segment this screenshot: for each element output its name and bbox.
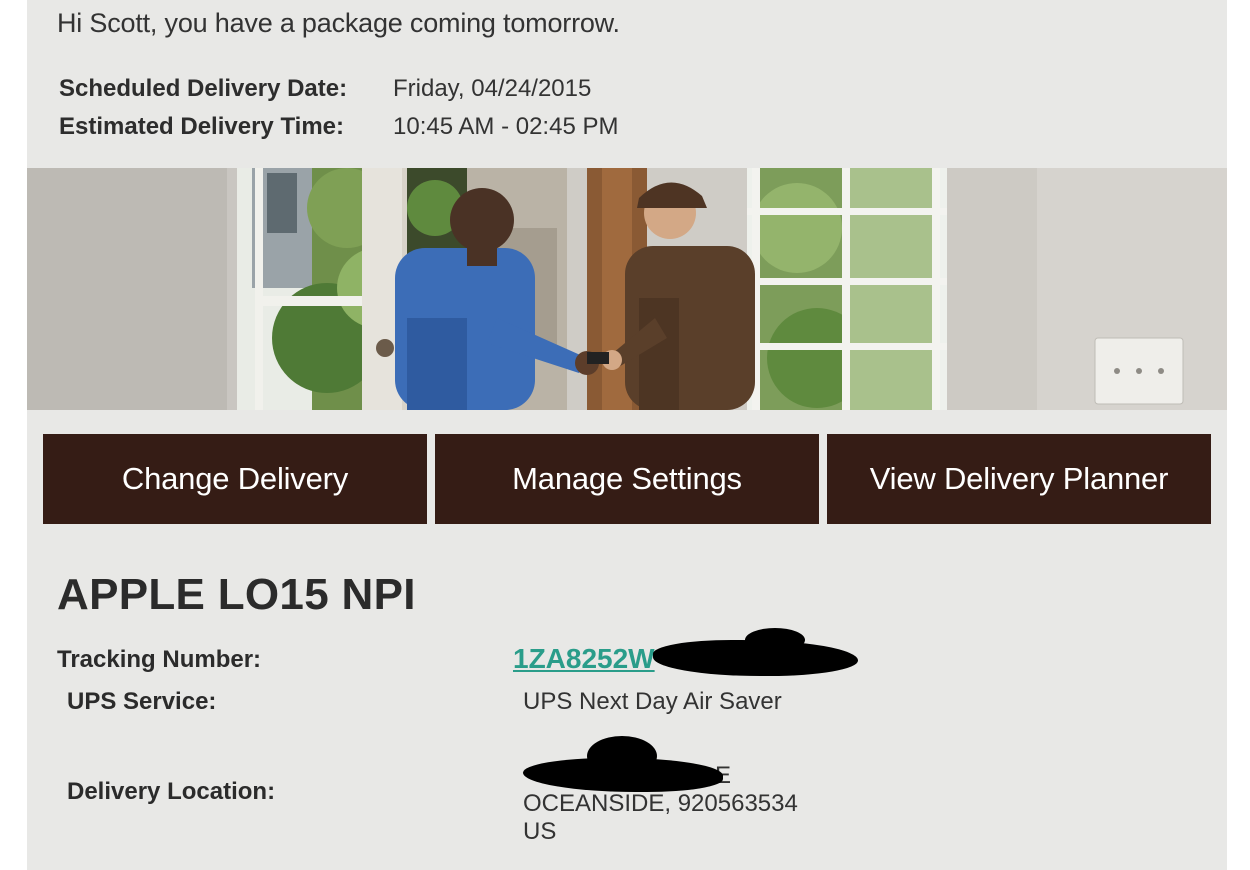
scheduled-date-value: Friday, 04/24/2015 [393, 75, 592, 102]
package-title: APPLE LO15 NPI [57, 570, 416, 619]
delivery-photo-illustration [27, 168, 1227, 410]
scheduled-date-label: Scheduled Delivery Date: [59, 75, 348, 102]
ups-service-label: UPS Service: [67, 688, 217, 715]
schedule-time-row: Estimated Delivery Time: 10:45 AM - 02:4… [59, 108, 618, 146]
view-delivery-planner-button[interactable]: View Delivery Planner [827, 434, 1211, 524]
hero-image [27, 168, 1227, 410]
estimated-time-value: 10:45 AM - 02:45 PM [393, 113, 619, 140]
address-city: OCEANSIDE, 920563534 [523, 790, 798, 817]
action-button-row: Change Delivery Manage Settings View Del… [43, 434, 1211, 524]
address-country: US [523, 818, 557, 845]
tracking-redaction-peak [745, 628, 805, 652]
delivery-location-label: Delivery Location: [67, 778, 276, 805]
manage-settings-button[interactable]: Manage Settings [435, 434, 819, 524]
tracking-number-label: Tracking Number: [57, 646, 262, 673]
ups-service-value: UPS Next Day Air Saver [523, 688, 782, 715]
delivery-notification-card: Hi Scott, you have a package coming tomo… [27, 0, 1227, 870]
estimated-time-label: Estimated Delivery Time: [59, 113, 345, 140]
address-redaction-peak [587, 736, 657, 776]
schedule-table: Scheduled Delivery Date: Friday, 04/24/2… [59, 70, 618, 146]
tracking-number-link[interactable]: 1ZA8252W [513, 643, 655, 675]
change-delivery-button[interactable]: Change Delivery [43, 434, 427, 524]
schedule-date-row: Scheduled Delivery Date: Friday, 04/24/2… [59, 70, 618, 108]
greeting-text: Hi Scott, you have a package coming tomo… [57, 8, 620, 38]
